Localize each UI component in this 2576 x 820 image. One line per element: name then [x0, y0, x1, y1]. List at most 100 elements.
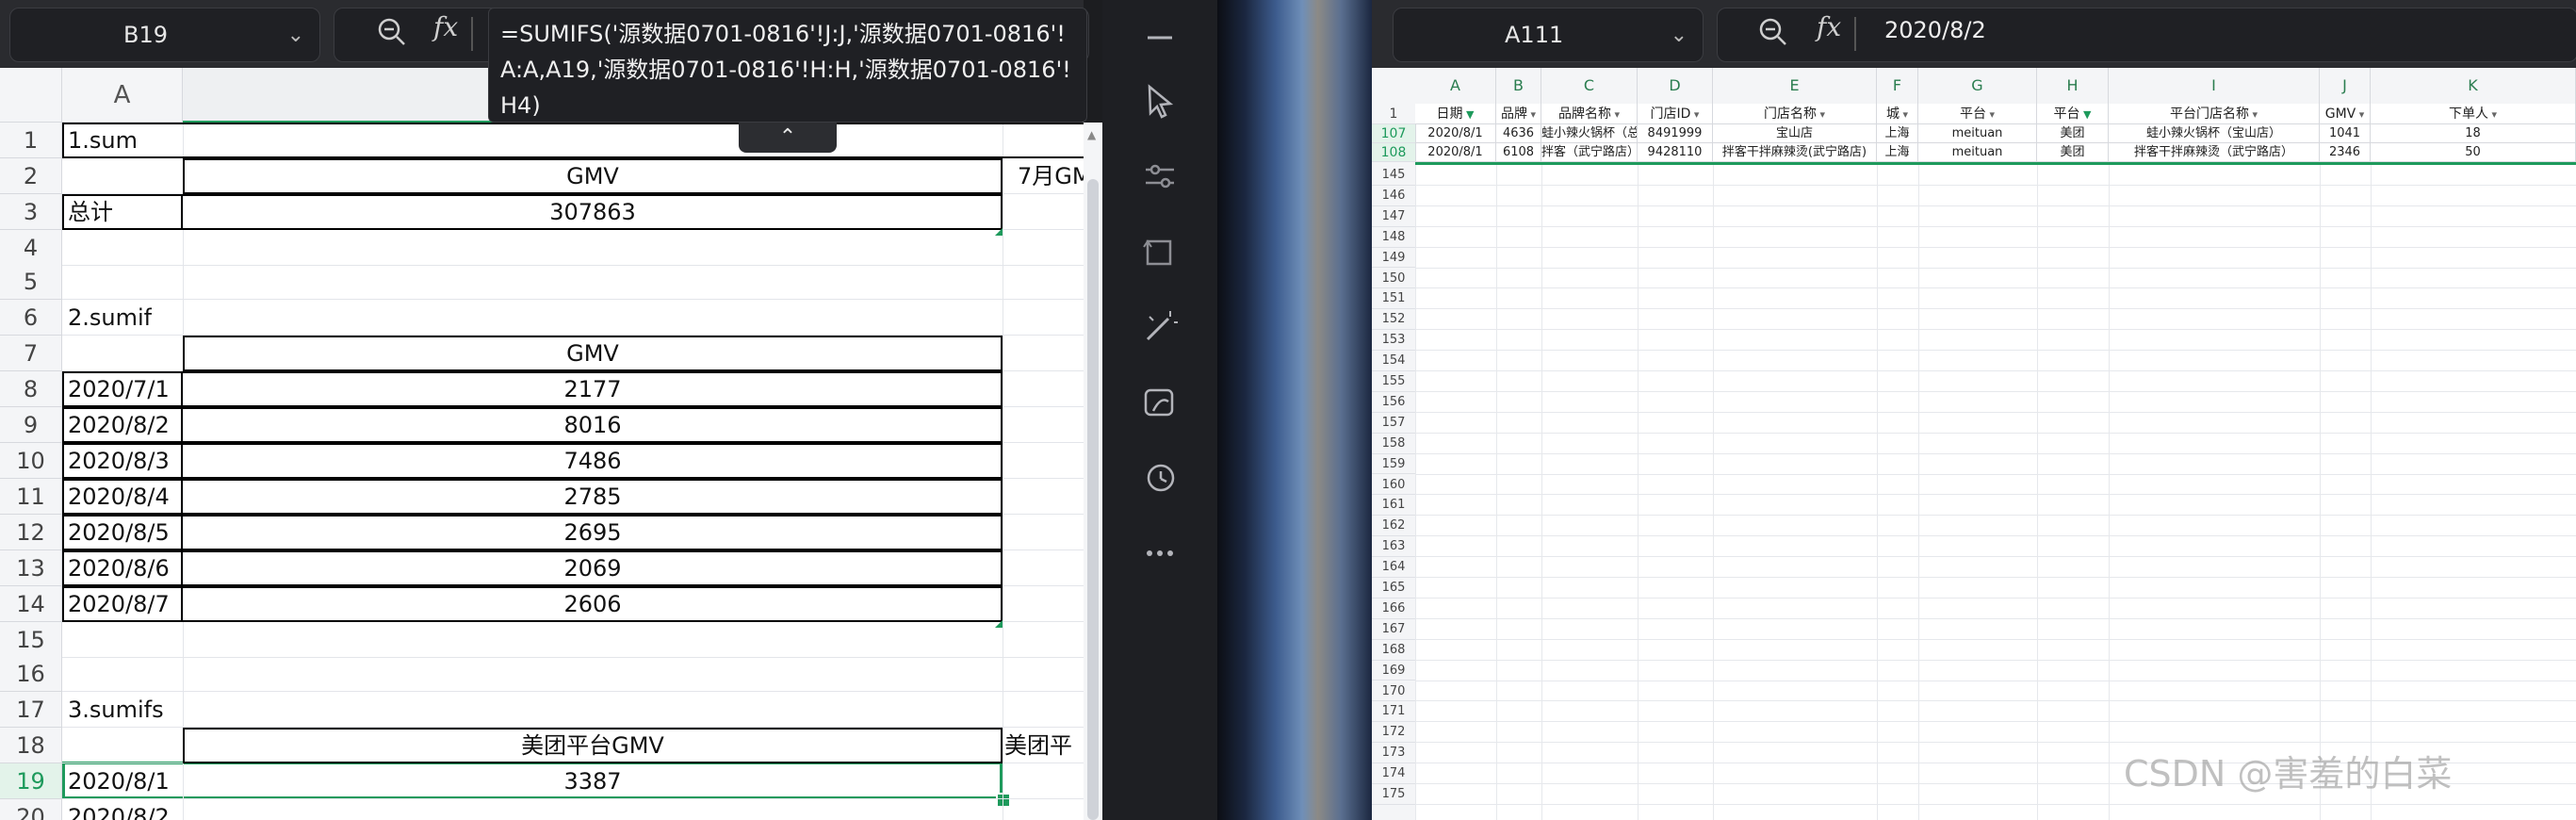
row-header-155[interactable]: 155	[1372, 371, 1415, 392]
column-header-a[interactable]: A	[62, 68, 183, 123]
row-header-14[interactable]: 14	[0, 586, 62, 622]
row-header-147[interactable]: 147	[1372, 205, 1415, 227]
cell-c18[interactable]: 美团平	[1004, 728, 1072, 763]
row-header-161[interactable]: 161	[1372, 495, 1415, 517]
row-header-8[interactable]: 8	[0, 371, 62, 407]
column-header-h[interactable]: H	[2037, 68, 2109, 104]
magic-wand-icon[interactable]	[1136, 303, 1183, 351]
row-header-10[interactable]: 10	[0, 443, 62, 479]
data-cell[interactable]: 2346	[2320, 143, 2371, 162]
sumif-date-cell[interactable]: 2020/8/4	[68, 479, 170, 515]
data-cell[interactable]: 50	[2371, 143, 2576, 162]
column-header-e[interactable]: E	[1713, 68, 1877, 104]
filter-header[interactable]: 门店ID ▾	[1638, 104, 1713, 124]
chevron-down-icon[interactable]: ⌄	[287, 8, 304, 61]
right-formula-bar[interactable]	[1717, 8, 2576, 62]
row-header-7[interactable]: 7	[0, 336, 62, 371]
row-header-173[interactable]: 173	[1372, 743, 1415, 764]
row-header-154[interactable]: 154	[1372, 351, 1415, 371]
sumif-gmv-cell[interactable]: 2177	[183, 371, 1003, 407]
data-cell[interactable]: 蛙小辣火锅杯（宝山店）	[2109, 124, 2320, 143]
chevron-down-icon[interactable]: ⌄	[1671, 8, 1687, 61]
filter-dropdown-icon[interactable]: ▾	[2356, 108, 2365, 121]
history-icon[interactable]	[1136, 454, 1183, 501]
row-header-166[interactable]: 166	[1372, 598, 1415, 619]
select-all-corner[interactable]	[0, 68, 62, 123]
row-header-169[interactable]: 169	[1372, 660, 1415, 681]
data-cell[interactable]: 2020/8/1	[1415, 124, 1496, 143]
fx-icon[interactable]: fx	[1817, 11, 1841, 42]
column-header-c[interactable]: C	[1541, 68, 1638, 104]
minimize-icon[interactable]	[1136, 13, 1183, 60]
row-header-162[interactable]: 162	[1372, 516, 1415, 537]
filter-header[interactable]: 下单人 ▾	[2371, 104, 2576, 124]
row-header-151[interactable]: 151	[1372, 288, 1415, 310]
sumif-gmv-cell[interactable]: 2606	[183, 586, 1003, 622]
row-header-15[interactable]: 15	[0, 622, 62, 658]
zoom-out-icon[interactable]	[1756, 15, 1790, 49]
row-header-13[interactable]: 13	[0, 550, 62, 586]
filter-dropdown-icon[interactable]: ▾	[1817, 108, 1825, 121]
filter-dropdown-icon[interactable]: ▾	[1527, 108, 1536, 121]
column-header-d[interactable]: D	[1638, 68, 1713, 104]
data-cell[interactable]: 6108	[1496, 143, 1541, 162]
filter-header[interactable]: GMV ▾	[2320, 104, 2371, 124]
row-header-145[interactable]: 145	[1372, 165, 1415, 186]
row-header-1[interactable]: 1	[1372, 104, 1415, 124]
scrollbar-thumb[interactable]	[1087, 179, 1099, 820]
filter-dropdown-icon[interactable]: ▾	[2249, 108, 2258, 121]
sumif-date-cell[interactable]: 2020/8/3	[68, 443, 170, 479]
cell-c2[interactable]: 7月GMV	[1018, 158, 1084, 194]
row-header-11[interactable]: 11	[0, 479, 62, 515]
filter-header[interactable]: 平台 ▼	[2037, 104, 2109, 124]
column-header-a[interactable]: A	[1415, 68, 1496, 104]
sumif-gmv-cell[interactable]: 8016	[183, 407, 1003, 443]
row-header-152[interactable]: 152	[1372, 309, 1415, 331]
data-cell[interactable]: 4636	[1496, 124, 1541, 143]
data-cell[interactable]: 宝山店	[1713, 124, 1877, 143]
scroll-up-icon[interactable]: ▲	[1087, 128, 1099, 141]
filter-header[interactable]: 品牌名称 ▾	[1541, 104, 1638, 124]
data-cell[interactable]: 1041	[2320, 124, 2371, 143]
name-box[interactable]: B19 ⌄	[9, 8, 320, 62]
filter-dropdown-icon[interactable]: ▼	[2080, 108, 2091, 121]
row-header-1[interactable]: 1	[0, 123, 62, 158]
right-formula-text[interactable]: 2020/8/2	[1884, 13, 1986, 47]
cell-a6[interactable]: 2.sumif	[68, 300, 152, 336]
row-header-153[interactable]: 153	[1372, 330, 1415, 352]
filter-header[interactable]: 日期 ▼	[1415, 104, 1496, 124]
sumif-date-cell[interactable]: 2020/8/5	[68, 515, 170, 550]
fx-icon[interactable]: fx	[433, 11, 458, 42]
data-cell[interactable]: 拌客干拌麻辣烫（武宁路店）	[2109, 143, 2320, 162]
sumif-date-cell[interactable]: 2020/8/2	[68, 407, 170, 443]
row-header-146[interactable]: 146	[1372, 185, 1415, 206]
sumif-gmv-cell[interactable]: 7486	[183, 443, 1003, 479]
cell-a1[interactable]: 1.sum	[68, 123, 138, 158]
data-cell[interactable]: meituan	[1918, 124, 2037, 143]
cell-a20[interactable]: 2020/8/2	[68, 799, 170, 820]
row-header-5[interactable]: 5	[0, 264, 62, 300]
row-header-156[interactable]: 156	[1372, 391, 1415, 413]
data-cell[interactable]: 8491999	[1638, 124, 1713, 143]
cell-b3[interactable]: 307863	[183, 194, 1003, 230]
row-header-164[interactable]: 164	[1372, 557, 1415, 578]
row-header-171[interactable]: 171	[1372, 701, 1415, 723]
column-header-b[interactable]: B	[1496, 68, 1541, 104]
row-header-107[interactable]: 107	[1372, 124, 1415, 143]
cell-a3[interactable]: 总计	[68, 194, 113, 230]
sliders-icon[interactable]	[1136, 153, 1183, 200]
data-cell[interactable]: 美团	[2037, 143, 2109, 162]
sumif-gmv-cell[interactable]: 2069	[183, 550, 1003, 586]
row-header-12[interactable]: 12	[0, 515, 62, 550]
row-header-172[interactable]: 172	[1372, 722, 1415, 744]
column-header-j[interactable]: J	[2320, 68, 2371, 104]
filter-dropdown-icon[interactable]: ▾	[2488, 108, 2497, 121]
row-header-168[interactable]: 168	[1372, 639, 1415, 661]
vertical-scrollbar[interactable]: ▲	[1084, 123, 1102, 820]
cursor-icon[interactable]	[1136, 77, 1183, 124]
filter-dropdown-icon[interactable]: ▾	[1611, 108, 1620, 121]
row-header-17[interactable]: 17	[0, 692, 62, 728]
right-name-box[interactable]: A111 ⌄	[1393, 8, 1704, 62]
cell-b18[interactable]: 美团平台GMV	[183, 728, 1003, 763]
data-cell[interactable]: 上海	[1877, 124, 1918, 143]
